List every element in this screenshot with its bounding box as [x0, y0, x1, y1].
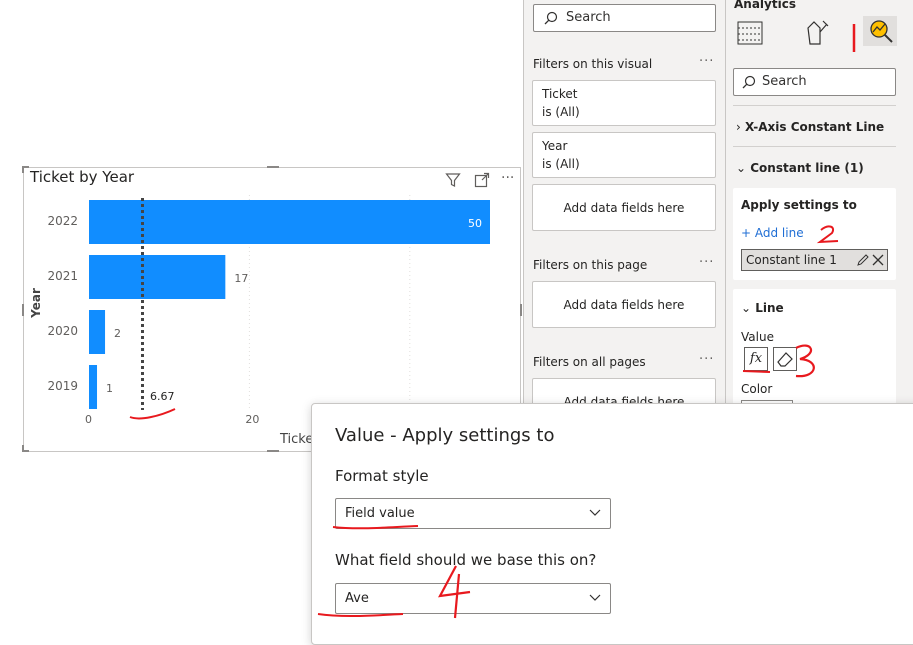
red-annotations — [129, 24, 856, 619]
annotation-2-mark — [816, 225, 839, 244]
annotation-4-mark — [438, 565, 471, 619]
underline-field-value-mark — [332, 525, 419, 530]
underline-average-mark — [129, 408, 176, 420]
underline-ave-mark — [317, 613, 404, 618]
underline-fx-mark — [742, 370, 771, 373]
annotation-3-mark — [795, 344, 815, 378]
